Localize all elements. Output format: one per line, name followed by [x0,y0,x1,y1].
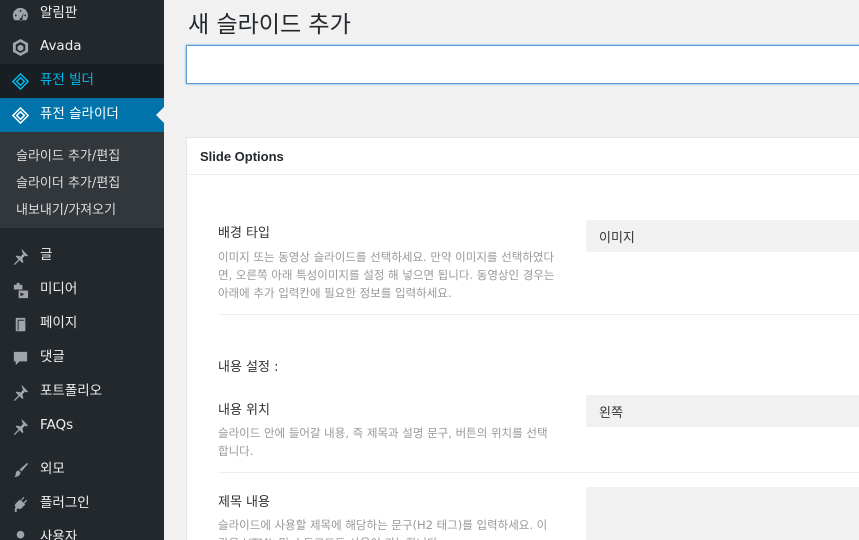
fusion-slider-icon [0,106,40,125]
menu-pages[interactable]: 페이지 [0,307,164,341]
menu-label: 퓨전 빌더 [40,72,94,89]
plugin-icon [0,495,40,514]
title-content-label: 제목 내용 [218,495,270,510]
menu-fusion-slider[interactable]: 퓨전 슬라이더 [0,98,164,132]
menu-dashboard[interactable]: 알림판 [0,0,164,31]
menu-appearance[interactable]: 외모 [0,453,164,487]
page-icon [0,315,40,334]
menu-posts[interactable]: 글 [0,239,164,273]
fusion-builder-icon [0,72,40,91]
menu-fusion-builder[interactable]: 퓨전 빌더 [0,64,164,98]
panel-title: Slide Options [200,149,284,164]
menu-media[interactable]: 미디어 [0,273,164,307]
menu-avada[interactable]: Avada [0,30,164,64]
menu-users[interactable]: 사용자 [0,521,164,540]
title-content-textarea[interactable] [586,487,859,540]
dashboard-icon [0,5,40,24]
menu-label: 사용자 [40,529,78,540]
pin-icon [0,417,40,436]
background-type-description: 이미지 또는 동영상 슬라이드를 선택하세요. 만약 이미지를 선택하였다면, … [218,250,555,300]
pin-icon [0,383,40,402]
submenu-fusion-slider: 슬라이드 추가/편집 슬라이더 추가/편집 내보내기/가져오기 [0,132,164,228]
menu-comments[interactable]: 댓글 [0,341,164,375]
divider [218,472,859,473]
pin-icon [0,247,40,266]
content-position-label: 내용 위치 [218,403,270,418]
background-type-select[interactable]: 이미지 [586,220,859,252]
avada-icon [0,38,40,57]
menu-label: 포트폴리오 [40,383,103,400]
submenu-add-edit-sliders[interactable]: 슬라이더 추가/편집 [16,172,120,191]
user-icon [0,529,40,540]
slide-title-input[interactable] [186,45,859,84]
page-title: 새 슬라이드 추가 [188,12,351,38]
submenu-export-import[interactable]: 내보내기/가져오기 [16,199,116,218]
title-content-description: 슬라이드에 사용할 제목에 해당하는 문구(H2 태그)를 입력하세요. 이 칸… [218,518,548,540]
admin-sidebar: 알림판 Avada 퓨전 빌더 퓨전 슬라이더 슬라이드 추가/편집 슬라이더 … [0,0,164,540]
content-position-description: 슬라이드 안에 들어갈 내용, 즉 제목과 설명 문구, 버튼의 위치를 선택합… [218,426,548,458]
menu-label: Avada [40,38,82,55]
content-settings-heading: 내용 설정 : [218,360,279,375]
menu-label: 페이지 [40,315,78,332]
menu-label: 미디어 [40,281,78,298]
divider [218,314,859,315]
menu-plugins[interactable]: 플러그인 [0,487,164,521]
menu-label: 퓨전 슬라이더 [40,106,119,123]
menu-faqs[interactable]: FAQs [0,409,164,443]
comment-icon [0,349,40,368]
submenu-add-edit-slides[interactable]: 슬라이드 추가/편집 [16,145,120,164]
menu-label: 댓글 [40,349,65,366]
menu-label: 알림판 [40,5,78,22]
content-position-select[interactable]: 왼쪽 [586,395,859,427]
brush-icon [0,461,40,480]
media-icon [0,281,40,300]
background-type-label: 배경 타입 [218,226,270,241]
slide-options-panel: Slide Options 배경 타입 이미지 또는 동영상 슬라이드를 선택하… [186,137,859,540]
menu-portfolio[interactable]: 포트폴리오 [0,375,164,409]
menu-label: FAQs [40,417,74,434]
menu-label: 글 [40,247,53,264]
menu-label: 외모 [40,461,65,478]
menu-label: 플러그인 [40,495,90,512]
panel-header[interactable]: Slide Options [187,138,859,175]
